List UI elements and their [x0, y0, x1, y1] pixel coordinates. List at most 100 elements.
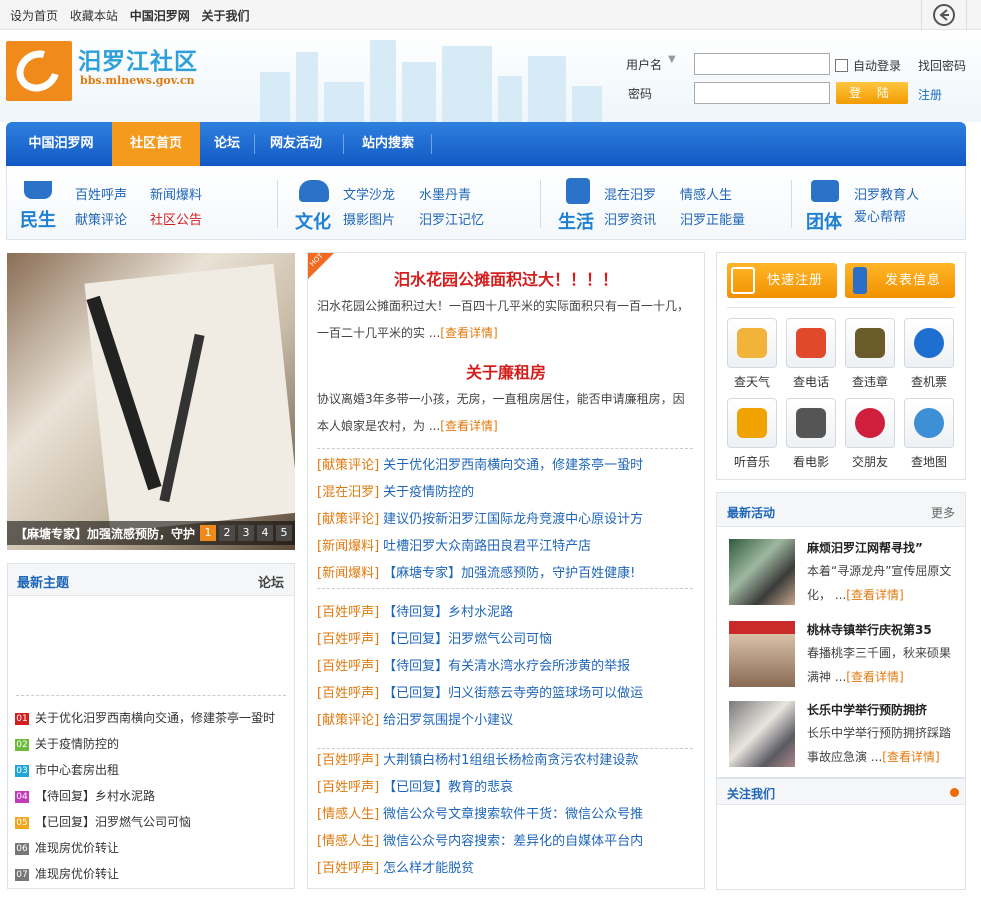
topic-title[interactable]: 准现房优价转让 — [35, 841, 119, 855]
post-link[interactable]: [百姓呼声] 大荆镇白杨村1组组长杨检南贪污农村建设款 — [317, 749, 638, 768]
post-title[interactable]: 微信公众号文章搜索软件干货：微信公众号推 — [383, 807, 643, 822]
slider-dot[interactable]: 2 — [219, 525, 235, 541]
image-slider[interactable]: 【麻塘专家】加强流感预防，守护百姓健康! 1 2 3 4 5 — [7, 253, 295, 550]
about-us-link[interactable]: 关于我们 — [202, 9, 250, 23]
nav-site-search[interactable]: 站内搜索 — [346, 122, 430, 166]
forum-link[interactable]: 论坛 — [258, 572, 284, 591]
nav-community-home[interactable]: 社区首页 — [112, 122, 200, 166]
post-link[interactable]: [献策评论] 给汨罗氛围提个小建议 — [317, 709, 513, 728]
view-details-link[interactable]: [查看详情] — [440, 419, 497, 433]
headline-1[interactable]: 汨水花园公摊面积过大！！！！ — [308, 266, 704, 290]
post-title[interactable]: 【待回复】有关清水湾水疗会所涉黄的举报 — [383, 659, 630, 674]
activity-item[interactable]: 桃林寺镇举行庆祝第35 春播桃李三千圃，秋来硕果满神 ...[查看详情] — [729, 621, 959, 691]
post-link[interactable]: [情感人生] 微信公众号内容搜索：差异化的自媒体平台内 — [317, 830, 643, 849]
post-link[interactable]: [新闻爆料] 吐槽汨罗大众南路田良君平江特产店 — [317, 535, 591, 554]
post-title[interactable]: 关于疫情防控的 — [383, 485, 474, 500]
tool-tile[interactable] — [845, 318, 895, 368]
post-category-tag[interactable]: [情感人生] — [317, 807, 379, 822]
post-category-tag[interactable]: [百姓呼声] — [317, 753, 379, 768]
post-link[interactable]: [献策评论] 关于优化汨罗西南横向交通，修建茶亭一蛩时 — [317, 454, 643, 473]
activity-thumbnail[interactable] — [729, 701, 795, 767]
slider-dot[interactable]: 5 — [276, 525, 292, 541]
topic-title[interactable]: 关于优化汨罗西南横向交通，修建茶亭一蛩时 — [35, 711, 275, 725]
chevron-down-icon[interactable]: ▼ — [668, 54, 676, 65]
password-input[interactable] — [694, 82, 830, 104]
post-link[interactable]: [献策评论] 建议仍按新汨罗江国际龙舟竞渡中心原设计方 — [317, 508, 643, 527]
topic-row[interactable]: 04 【待回复】乡村水泥路 — [15, 787, 155, 804]
tool-tile[interactable] — [727, 398, 777, 448]
slider-caption[interactable]: 【麻塘专家】加强流感预防，守护百姓健康! — [15, 525, 195, 542]
logo-icon[interactable] — [6, 41, 72, 101]
nav-forum[interactable]: 论坛 — [202, 122, 252, 166]
post-link[interactable]: [新闻爆料] 【麻塘专家】加强流感预防，守护百姓健康! — [317, 562, 635, 581]
post-link[interactable]: [百姓呼声] 【待回复】有关清水湾水疗会所涉黄的举报 — [317, 655, 630, 674]
category-link[interactable]: 水墨丹青 — [419, 184, 471, 203]
activity-item[interactable]: 麻烦汨罗江网帮寻找” 本着“寻源龙舟”宣传屈原文化， ...[查看详情] — [729, 539, 959, 609]
tool-label[interactable]: 看电影 — [783, 453, 839, 470]
post-title[interactable]: 建议仍按新汨罗江国际龙舟竞渡中心原设计方 — [383, 512, 643, 527]
post-link[interactable]: [百姓呼声] 【已回复】归义街慈云寺旁的篮球场可以做运 — [317, 682, 643, 701]
category-link[interactable]: 汨罗江记忆 — [419, 209, 484, 228]
tool-tile[interactable] — [786, 318, 836, 368]
post-title[interactable]: 【待回复】乡村水泥路 — [383, 605, 513, 620]
category-link[interactable]: 混在汨罗 — [604, 184, 656, 203]
logo-title[interactable]: 汨罗江社区 — [78, 42, 198, 76]
topic-row[interactable]: 07 准现房优价转让 — [15, 865, 119, 882]
post-title[interactable]: 微信公众号内容搜索：差异化的自媒体平台内 — [383, 834, 643, 849]
post-category-tag[interactable]: [新闻爆料] — [317, 539, 379, 554]
post-category-tag[interactable]: [百姓呼声] — [317, 686, 379, 701]
post-title[interactable]: 【已回复】归义街慈云寺旁的篮球场可以做运 — [383, 686, 643, 701]
category-link[interactable]: 爱心帮帮 — [854, 206, 906, 225]
tool-tile[interactable] — [904, 398, 954, 448]
topic-title[interactable]: 【待回复】乡村水泥路 — [35, 789, 155, 803]
post-info-button[interactable]: 发表信息 — [845, 263, 955, 298]
category-link[interactable]: 百姓呼声 — [75, 184, 127, 203]
tool-label[interactable]: 查地图 — [901, 453, 957, 470]
post-title[interactable]: 大荆镇白杨村1组组长杨检南贪污农村建设款 — [383, 753, 638, 768]
bookmark-link[interactable]: 收藏本站 — [70, 9, 118, 23]
auto-login-checkbox[interactable] — [835, 59, 848, 72]
post-title[interactable]: 给汨罗氛围提个小建议 — [383, 713, 513, 728]
topic-row[interactable]: 03 市中心套房出租 — [15, 761, 119, 778]
post-title[interactable]: 吐槽汨罗大众南路田良君平江特产店 — [383, 539, 591, 554]
back-button[interactable] — [921, 0, 967, 30]
post-link[interactable]: [百姓呼声] 【已回复】教育的悲哀 — [317, 776, 513, 795]
register-link[interactable]: 注册 — [918, 86, 942, 103]
post-category-tag[interactable]: [百姓呼声] — [317, 659, 379, 674]
slider-dot[interactable]: 1 — [200, 525, 216, 541]
quick-register-button[interactable]: 快速注册 — [727, 263, 837, 298]
category-link[interactable]: 摄影图片 — [343, 209, 395, 228]
forgot-password-link[interactable]: 找回密码 — [918, 57, 966, 74]
topic-row[interactable]: 01 关于优化汨罗西南横向交通，修建茶亭一蛩时 — [15, 709, 275, 726]
post-title[interactable]: 怎么样才能脱贫 — [383, 861, 474, 876]
slider-dot[interactable]: 3 — [238, 525, 254, 541]
login-button[interactable]: 登 陆 — [836, 82, 908, 104]
post-link[interactable]: [混在汨罗] 关于疫情防控的 — [317, 481, 474, 500]
tool-label[interactable]: 查机票 — [901, 373, 957, 390]
activity-thumbnail[interactable] — [729, 539, 795, 605]
category-link[interactable]: 社区公告 — [150, 209, 202, 228]
nav-china-miluo[interactable]: 中国汨罗网 — [14, 122, 108, 166]
username-input[interactable] — [694, 53, 830, 75]
post-category-tag[interactable]: [献策评论] — [317, 713, 379, 728]
post-title[interactable]: 【已回复】汨罗燃气公司可恼 — [383, 632, 552, 647]
tool-label[interactable]: 查电话 — [783, 373, 839, 390]
headline-2[interactable]: 关于廉租房 — [308, 359, 704, 383]
set-homepage-link[interactable]: 设为首页 — [10, 9, 58, 23]
activity-item[interactable]: 长乐中学举行预防拥挤 长乐中学举行预防拥挤踩踏事故应急演 ...[查看详情] — [729, 701, 959, 771]
topic-title[interactable]: 【已回复】汨罗燃气公司可恼 — [35, 815, 191, 829]
topic-title[interactable]: 准现房优价转让 — [35, 867, 119, 881]
china-miluo-link[interactable]: 中国汨罗网 — [130, 9, 190, 23]
topic-row[interactable]: 05 【已回复】汨罗燃气公司可恼 — [15, 813, 191, 830]
post-category-tag[interactable]: [百姓呼声] — [317, 605, 379, 620]
tool-label[interactable]: 查天气 — [724, 373, 780, 390]
slider-dot[interactable]: 4 — [257, 525, 273, 541]
category-link[interactable]: 汨罗资讯 — [604, 209, 656, 228]
post-link[interactable]: [百姓呼声] 【待回复】乡村水泥路 — [317, 601, 513, 620]
topic-row[interactable]: 02 关于疫情防控的 — [15, 735, 119, 752]
post-link[interactable]: [百姓呼声] 怎么样才能脱贫 — [317, 857, 474, 876]
category-link[interactable]: 汨罗正能量 — [680, 209, 745, 228]
category-link[interactable]: 汨罗教育人 — [854, 184, 919, 203]
post-link[interactable]: [百姓呼声] 【已回复】汨罗燃气公司可恼 — [317, 628, 552, 647]
view-details-link[interactable]: [查看详情] — [440, 326, 497, 340]
